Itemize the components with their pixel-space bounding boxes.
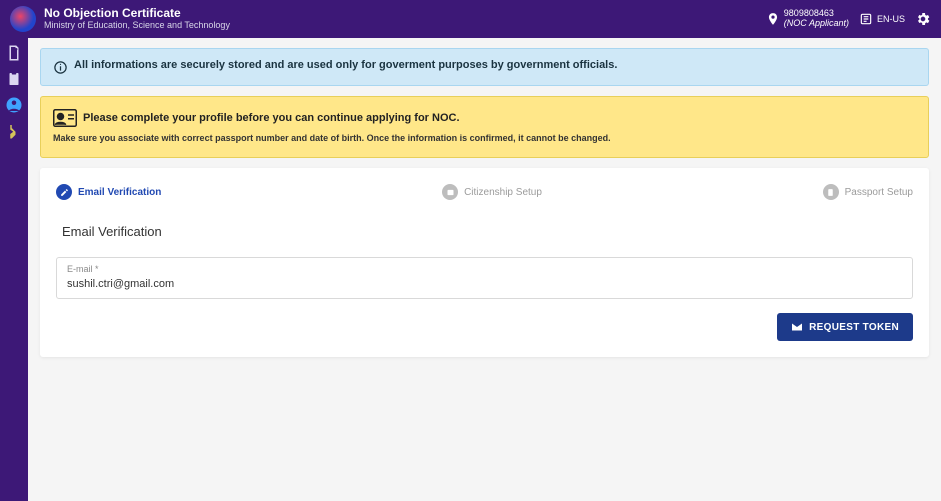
language-icon	[859, 12, 873, 26]
mail-icon	[791, 321, 803, 333]
brand-block: No Objection Certificate Ministry of Edu…	[44, 7, 230, 30]
step-email-verification[interactable]: Email Verification	[56, 184, 161, 200]
request-token-button[interactable]: REQUEST TOKEN	[777, 313, 913, 341]
sidebar-track-icon[interactable]	[5, 122, 23, 140]
info-text: All informations are securely stored and…	[74, 59, 617, 71]
top-bar: No Objection Certificate Ministry of Edu…	[0, 0, 941, 38]
pencil-icon	[60, 188, 69, 197]
id-icon	[446, 188, 455, 197]
app-title: No Objection Certificate	[44, 7, 230, 20]
applicant-role: (NOC Applicant)	[784, 19, 849, 29]
step-label: Citizenship Setup	[464, 187, 542, 198]
step-label: Email Verification	[78, 187, 161, 198]
passport-icon	[826, 188, 835, 197]
sidebar-clipboard-icon[interactable]	[5, 70, 23, 88]
sidebar	[0, 38, 28, 501]
info-alert: All informations are securely stored and…	[40, 48, 929, 86]
applicant-badge[interactable]: 9809808463 (NOC Applicant)	[766, 9, 849, 29]
warning-alert: Please complete your profile before you …	[40, 96, 929, 158]
info-icon	[53, 60, 68, 75]
topbar-right: 9809808463 (NOC Applicant) EN-US	[766, 9, 931, 29]
app-subtitle: Ministry of Education, Science and Techn…	[44, 21, 230, 31]
email-field-wrapper[interactable]: E-mail *	[56, 257, 913, 299]
language-label: EN-US	[877, 14, 905, 24]
step-passport-setup[interactable]: Passport Setup	[823, 184, 913, 200]
sidebar-user-icon[interactable]	[5, 96, 23, 114]
form-actions: REQUEST TOKEN	[56, 313, 913, 341]
warning-subtext: Make sure you associate with correct pas…	[53, 133, 916, 143]
stepper: Email Verification Citizenship Setup Pas…	[56, 184, 913, 200]
warning-title: Please complete your profile before you …	[83, 112, 460, 124]
step-label: Passport Setup	[845, 187, 913, 198]
button-label: REQUEST TOKEN	[809, 322, 899, 333]
step-citizenship-setup[interactable]: Citizenship Setup	[442, 184, 542, 200]
language-switch[interactable]: EN-US	[859, 12, 905, 26]
section-title: Email Verification	[62, 224, 913, 239]
form-card: Email Verification Citizenship Setup Pas…	[40, 168, 929, 357]
sidebar-document-icon[interactable]	[5, 44, 23, 62]
settings-icon[interactable]	[915, 11, 931, 27]
email-label: E-mail *	[67, 264, 902, 274]
email-input[interactable]	[67, 278, 902, 290]
badge-icon	[766, 12, 780, 26]
main-content: All informations are securely stored and…	[28, 38, 941, 501]
emblem-logo	[10, 6, 36, 32]
profile-card-icon	[53, 109, 77, 127]
